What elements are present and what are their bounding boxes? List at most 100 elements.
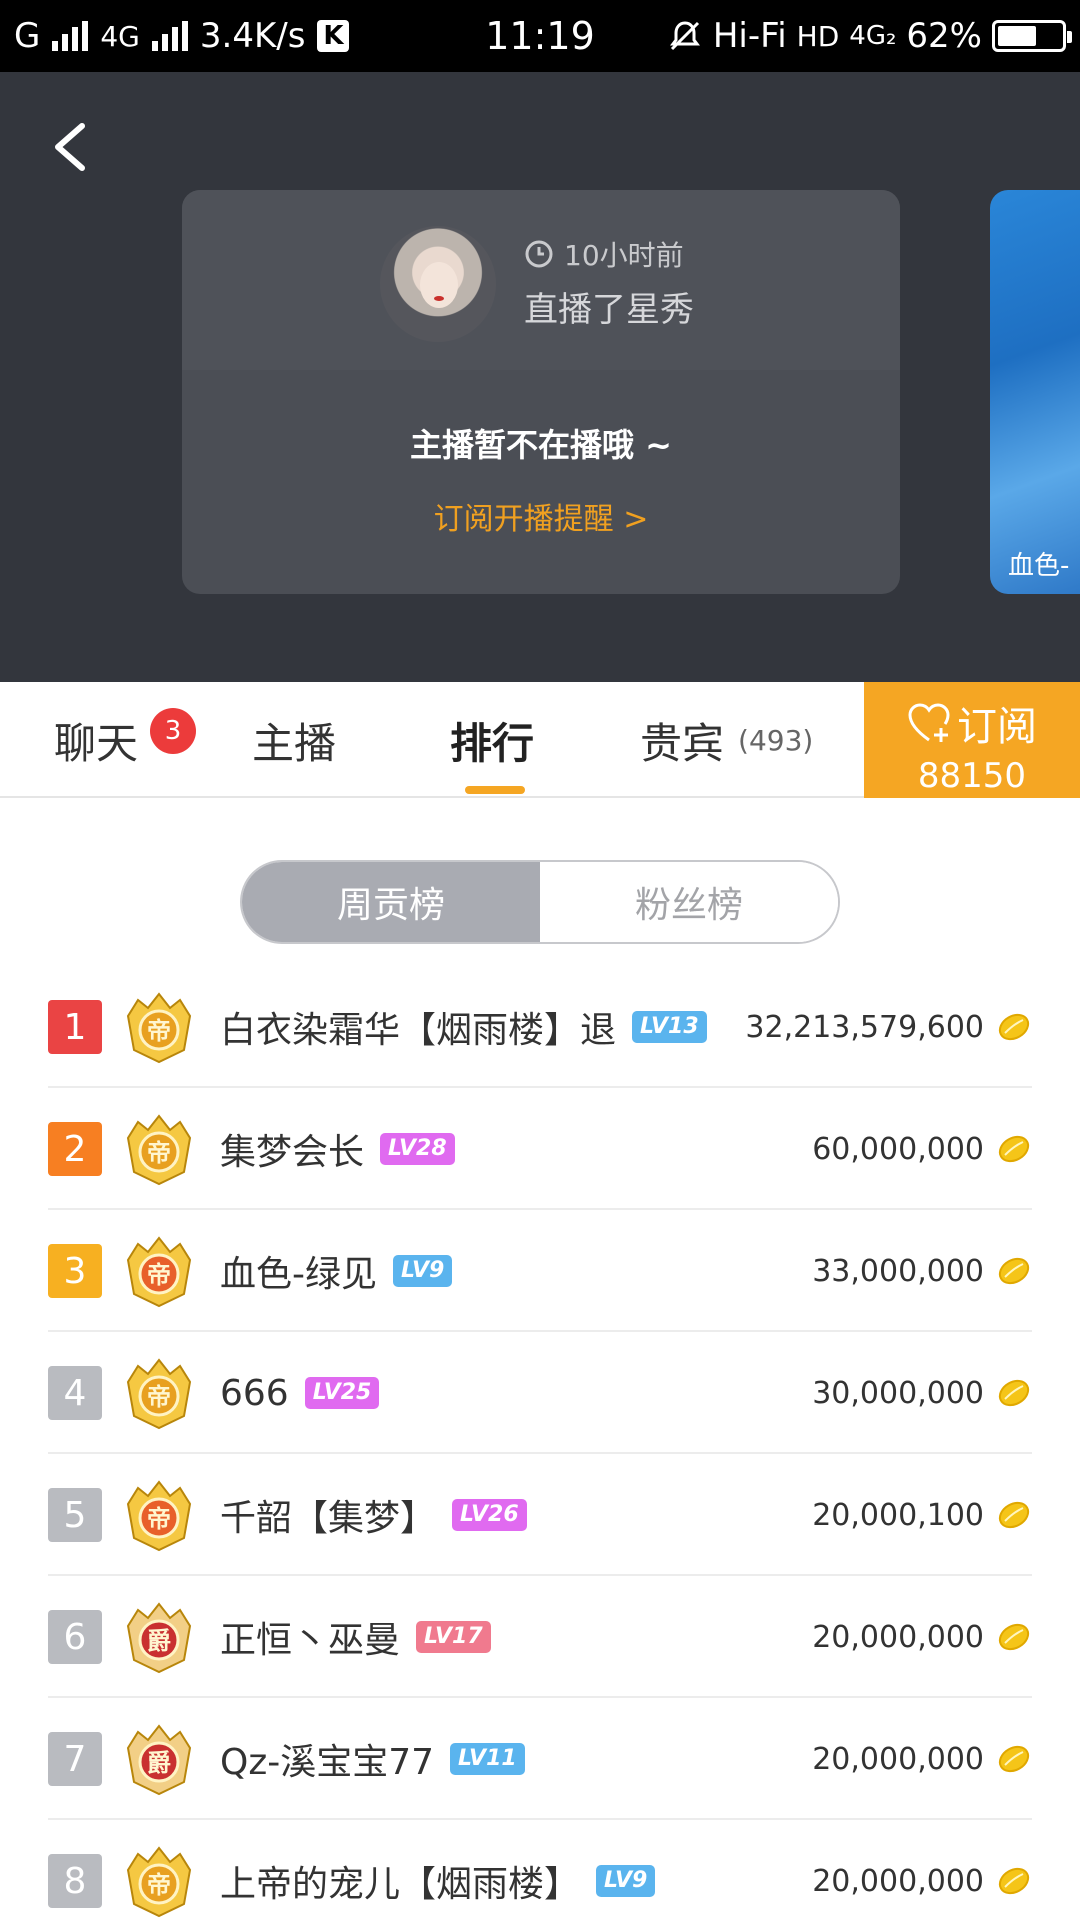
user-name-text: Qz-溪宝宝77	[220, 1742, 435, 1783]
gold-bean-icon	[998, 1013, 1030, 1041]
subscribe-button[interactable]: 订阅 88150	[864, 682, 1080, 798]
segment-fans[interactable]: 粉丝榜	[540, 862, 838, 942]
gold-bean-icon	[998, 1257, 1030, 1285]
clock-icon	[525, 240, 553, 268]
subscriber-count: 88150	[917, 756, 1027, 796]
level-badge: LV28	[380, 1133, 455, 1165]
tab-chat-label: 聊天	[54, 718, 139, 768]
rank-row[interactable]: 5 帝 千韶【集梦】 LV26 20,000,100	[48, 1454, 1032, 1576]
chat-unread-badge: 3	[150, 708, 196, 754]
contribution-score: 20,000,000	[812, 1741, 984, 1777]
level-badge: LV13	[632, 1011, 707, 1043]
back-button[interactable]	[44, 112, 104, 182]
user-name-text: 血色-绿见	[220, 1254, 377, 1295]
user-name-text: 千韶【集梦】	[220, 1498, 437, 1539]
svg-text:帝: 帝	[147, 1017, 171, 1045]
user-name-text: 上帝的宠儿【烟雨楼】	[220, 1864, 581, 1905]
live-description: 直播了星秀	[524, 290, 694, 330]
rank-row[interactable]: 2 帝 集梦会长 LV28 60,000,000	[48, 1088, 1032, 1210]
tab-chat[interactable]: 聊天	[54, 682, 138, 798]
user-name[interactable]: 666 LV25	[220, 1332, 380, 1454]
user-name[interactable]: 白衣染霜华【烟雨楼】退 LV13	[220, 966, 707, 1088]
level-badge: LV9	[393, 1255, 453, 1287]
user-name[interactable]: 正恒丶巫曼 LV17	[220, 1576, 491, 1698]
gold-bean-icon	[998, 1135, 1030, 1163]
battery-icon	[992, 20, 1072, 52]
user-name[interactable]: 上帝的宠儿【烟雨楼】 LV9	[220, 1820, 656, 1920]
emperor-orange-medal-icon: 帝	[126, 1480, 192, 1552]
gold-bean-icon	[998, 1501, 1030, 1529]
duke-medal-icon: 爵	[126, 1724, 192, 1796]
user-name[interactable]: 血色-绿见 LV9	[220, 1210, 453, 1332]
level-badge: LV25	[304, 1377, 380, 1409]
vip-count: (493)	[738, 723, 814, 757]
gold-bean-icon	[998, 1745, 1030, 1773]
last-live-card[interactable]: 10小时前 直播了星秀 主播暂不在播哦 ~ 订阅开播提醒 >	[182, 190, 900, 594]
tab-ranking-label: 排行	[450, 718, 535, 768]
user-name[interactable]: Qz-溪宝宝77 LV11	[220, 1698, 525, 1820]
tab-host-label: 主播	[252, 718, 337, 768]
contribution-score: 20,000,100	[812, 1497, 984, 1533]
svg-text:帝: 帝	[147, 1505, 171, 1533]
card-bottom: 主播暂不在播哦 ~ 订阅开播提醒 >	[182, 370, 900, 594]
contribution-score: 33,000,000	[812, 1253, 984, 1289]
duke-medal-icon: 爵	[126, 1602, 192, 1674]
last-live-time: 10小时前	[524, 234, 684, 274]
user-name-text: 集梦会长	[220, 1132, 365, 1173]
rank-number: 2	[48, 1122, 102, 1176]
rank-number: 5	[48, 1488, 102, 1542]
rank-row[interactable]: 7 爵 Qz-溪宝宝77 LV11 20,000,000	[48, 1698, 1032, 1820]
user-name-text: 666	[220, 1372, 289, 1414]
segment-weekly[interactable]: 周贡榜	[242, 862, 540, 942]
svg-text:帝: 帝	[147, 1871, 171, 1899]
rank-number: 3	[48, 1244, 102, 1298]
svg-text:帝: 帝	[147, 1139, 171, 1167]
contribution-score: 30,000,000	[812, 1375, 984, 1411]
tab-ranking[interactable]: 排行	[450, 682, 534, 798]
hifi-label: Hi-Fi	[712, 16, 787, 56]
rank-number: 7	[48, 1732, 102, 1786]
gold-bean-icon	[998, 1379, 1030, 1407]
rank-number: 6	[48, 1610, 102, 1664]
level-badge: LV11	[450, 1743, 525, 1775]
offline-message: 主播暂不在播哦 ~	[410, 426, 672, 464]
ranking-segment: 周贡榜 粉丝榜	[240, 860, 840, 944]
rank-row[interactable]: 4 帝 666 LV25 30,000,000	[48, 1332, 1032, 1454]
user-name[interactable]: 千韶【集梦】 LV26	[220, 1454, 527, 1576]
battery-percent: 62%	[906, 16, 982, 56]
tab-host[interactable]: 主播	[252, 682, 336, 798]
hd-label: HD	[796, 19, 840, 53]
rank-row[interactable]: 6 爵 正恒丶巫曼 LV17 20,000,000	[48, 1576, 1032, 1698]
subscribe-reminder-link[interactable]: 订阅开播提醒 >	[182, 494, 900, 538]
user-name-text: 正恒丶巫曼	[220, 1620, 401, 1661]
svg-text:爵: 爵	[147, 1627, 171, 1655]
rank-row[interactable]: 3 帝 血色-绿见 LV9 33,000,000	[48, 1210, 1032, 1332]
card-top: 10小时前 直播了星秀	[182, 190, 900, 370]
network-label: 4G₂	[849, 21, 897, 51]
mute-bell-icon	[669, 21, 700, 51]
emperor-gold-medal-icon: 帝	[126, 1358, 192, 1430]
level-badge: LV26	[452, 1499, 527, 1531]
heart-plus-icon	[908, 703, 950, 742]
recommended-room-card[interactable]: 血色-	[990, 190, 1080, 594]
tab-vip-label: 贵宾	[640, 718, 725, 768]
level-badge: LV9	[596, 1865, 656, 1897]
chevron-left-icon	[55, 123, 85, 171]
subscribe-label: 订阅	[957, 704, 1037, 750]
side-card-label: 血色-	[1008, 551, 1070, 581]
svg-text:爵: 爵	[147, 1749, 171, 1777]
rank-row[interactable]: 1 帝 白衣染霜华【烟雨楼】退 LV13 32,213,579,600	[48, 966, 1032, 1088]
status-right: Hi-Fi HD 4G₂ 62%	[667, 0, 1072, 72]
rank-row[interactable]: 8 帝 上帝的宠儿【烟雨楼】 LV9 20,000,000	[48, 1820, 1032, 1920]
contribution-score: 20,000,000	[812, 1863, 984, 1899]
status-bar: G 4G 3.4K/s K 11:19 Hi-Fi HD 4G₂ 62%	[0, 0, 1080, 72]
emperor-gold-medal-icon: 帝	[126, 1846, 192, 1918]
tab-vip[interactable]: 贵宾 (493)	[640, 682, 813, 798]
user-name[interactable]: 集梦会长 LV28	[220, 1088, 455, 1210]
emperor-gold-medal-icon: 帝	[126, 1114, 192, 1186]
emperor-orange-medal-icon: 帝	[126, 1236, 192, 1308]
contribution-score: 20,000,000	[812, 1619, 984, 1655]
active-tab-indicator	[465, 786, 525, 794]
host-avatar[interactable]	[380, 226, 496, 342]
room-header: 10小时前 直播了星秀 主播暂不在播哦 ~ 订阅开播提醒 > 血色-	[0, 72, 1080, 682]
